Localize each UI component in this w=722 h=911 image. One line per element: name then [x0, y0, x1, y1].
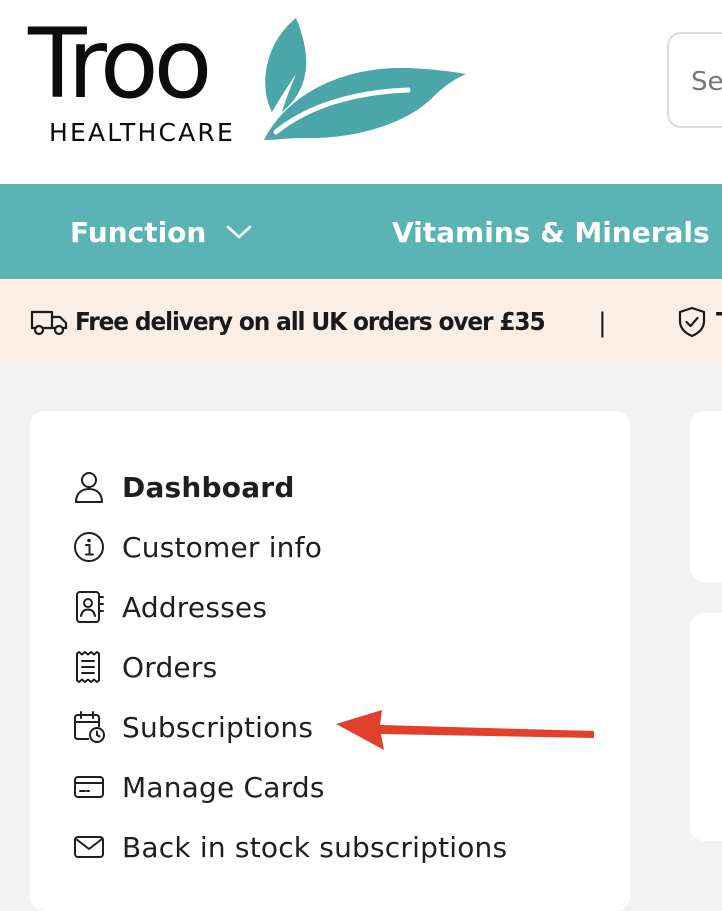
search-box[interactable] [667, 32, 722, 128]
menu-item-manage-cards[interactable]: Manage Cards [72, 765, 325, 809]
account-menu-card: Dashboard Customer info Addresses Orders… [30, 411, 630, 911]
envelope-icon [72, 830, 106, 864]
side-card-top [690, 411, 722, 582]
logo-subtitle[interactable]: HEALTHCARE [49, 118, 235, 148]
nav-item-function[interactable]: Function [70, 212, 252, 252]
shield-check-icon [678, 306, 706, 338]
user-icon [72, 470, 106, 504]
menu-item-dashboard[interactable]: Dashboard [72, 465, 295, 509]
menu-item-label: Orders [122, 650, 218, 684]
chevron-down-icon [227, 225, 252, 239]
site-header: Troo HEALTHCARE [0, 0, 722, 184]
delivery-truck-icon [30, 310, 68, 336]
menu-item-label: Dashboard [122, 470, 295, 504]
nav-item-vitamins-minerals[interactable]: Vitamins & Minerals [392, 212, 722, 252]
menu-item-subscriptions[interactable]: Subscriptions [72, 705, 313, 749]
nav-item-label: Function [70, 215, 207, 249]
menu-item-label: Customer info [122, 530, 323, 564]
announcement-next-text: T [716, 302, 722, 342]
menu-item-addresses[interactable]: Addresses [72, 585, 267, 629]
receipt-icon [72, 650, 106, 684]
menu-item-orders[interactable]: Orders [72, 645, 217, 689]
free-delivery-text: Free delivery on all UK orders over £35 [75, 307, 546, 336]
logo-wordmark[interactable]: Troo [28, 14, 212, 114]
address-book-icon [72, 590, 106, 624]
info-icon [72, 530, 106, 564]
main-nav: Function Vitamins & Minerals [0, 184, 722, 279]
announcement-separator: | [598, 308, 607, 338]
search-input[interactable] [691, 62, 722, 102]
menu-item-label: Back in stock subscriptions [122, 830, 508, 864]
menu-item-customer-info[interactable]: Customer info [72, 525, 322, 569]
menu-item-back-in-stock[interactable]: Back in stock subscriptions [72, 825, 507, 869]
nav-item-label: Vitamins & Minerals [392, 215, 710, 249]
menu-item-label: Addresses [122, 590, 268, 624]
credit-card-icon [72, 770, 106, 804]
announcement-bar: Free delivery on all UK orders over £35 … [0, 279, 722, 366]
menu-item-label: Manage Cards [122, 770, 325, 804]
calendar-clock-icon [72, 710, 106, 744]
side-card-bottom [690, 613, 722, 841]
leaf-logo-icon[interactable] [258, 14, 470, 144]
menu-item-label: Subscriptions [122, 710, 314, 744]
